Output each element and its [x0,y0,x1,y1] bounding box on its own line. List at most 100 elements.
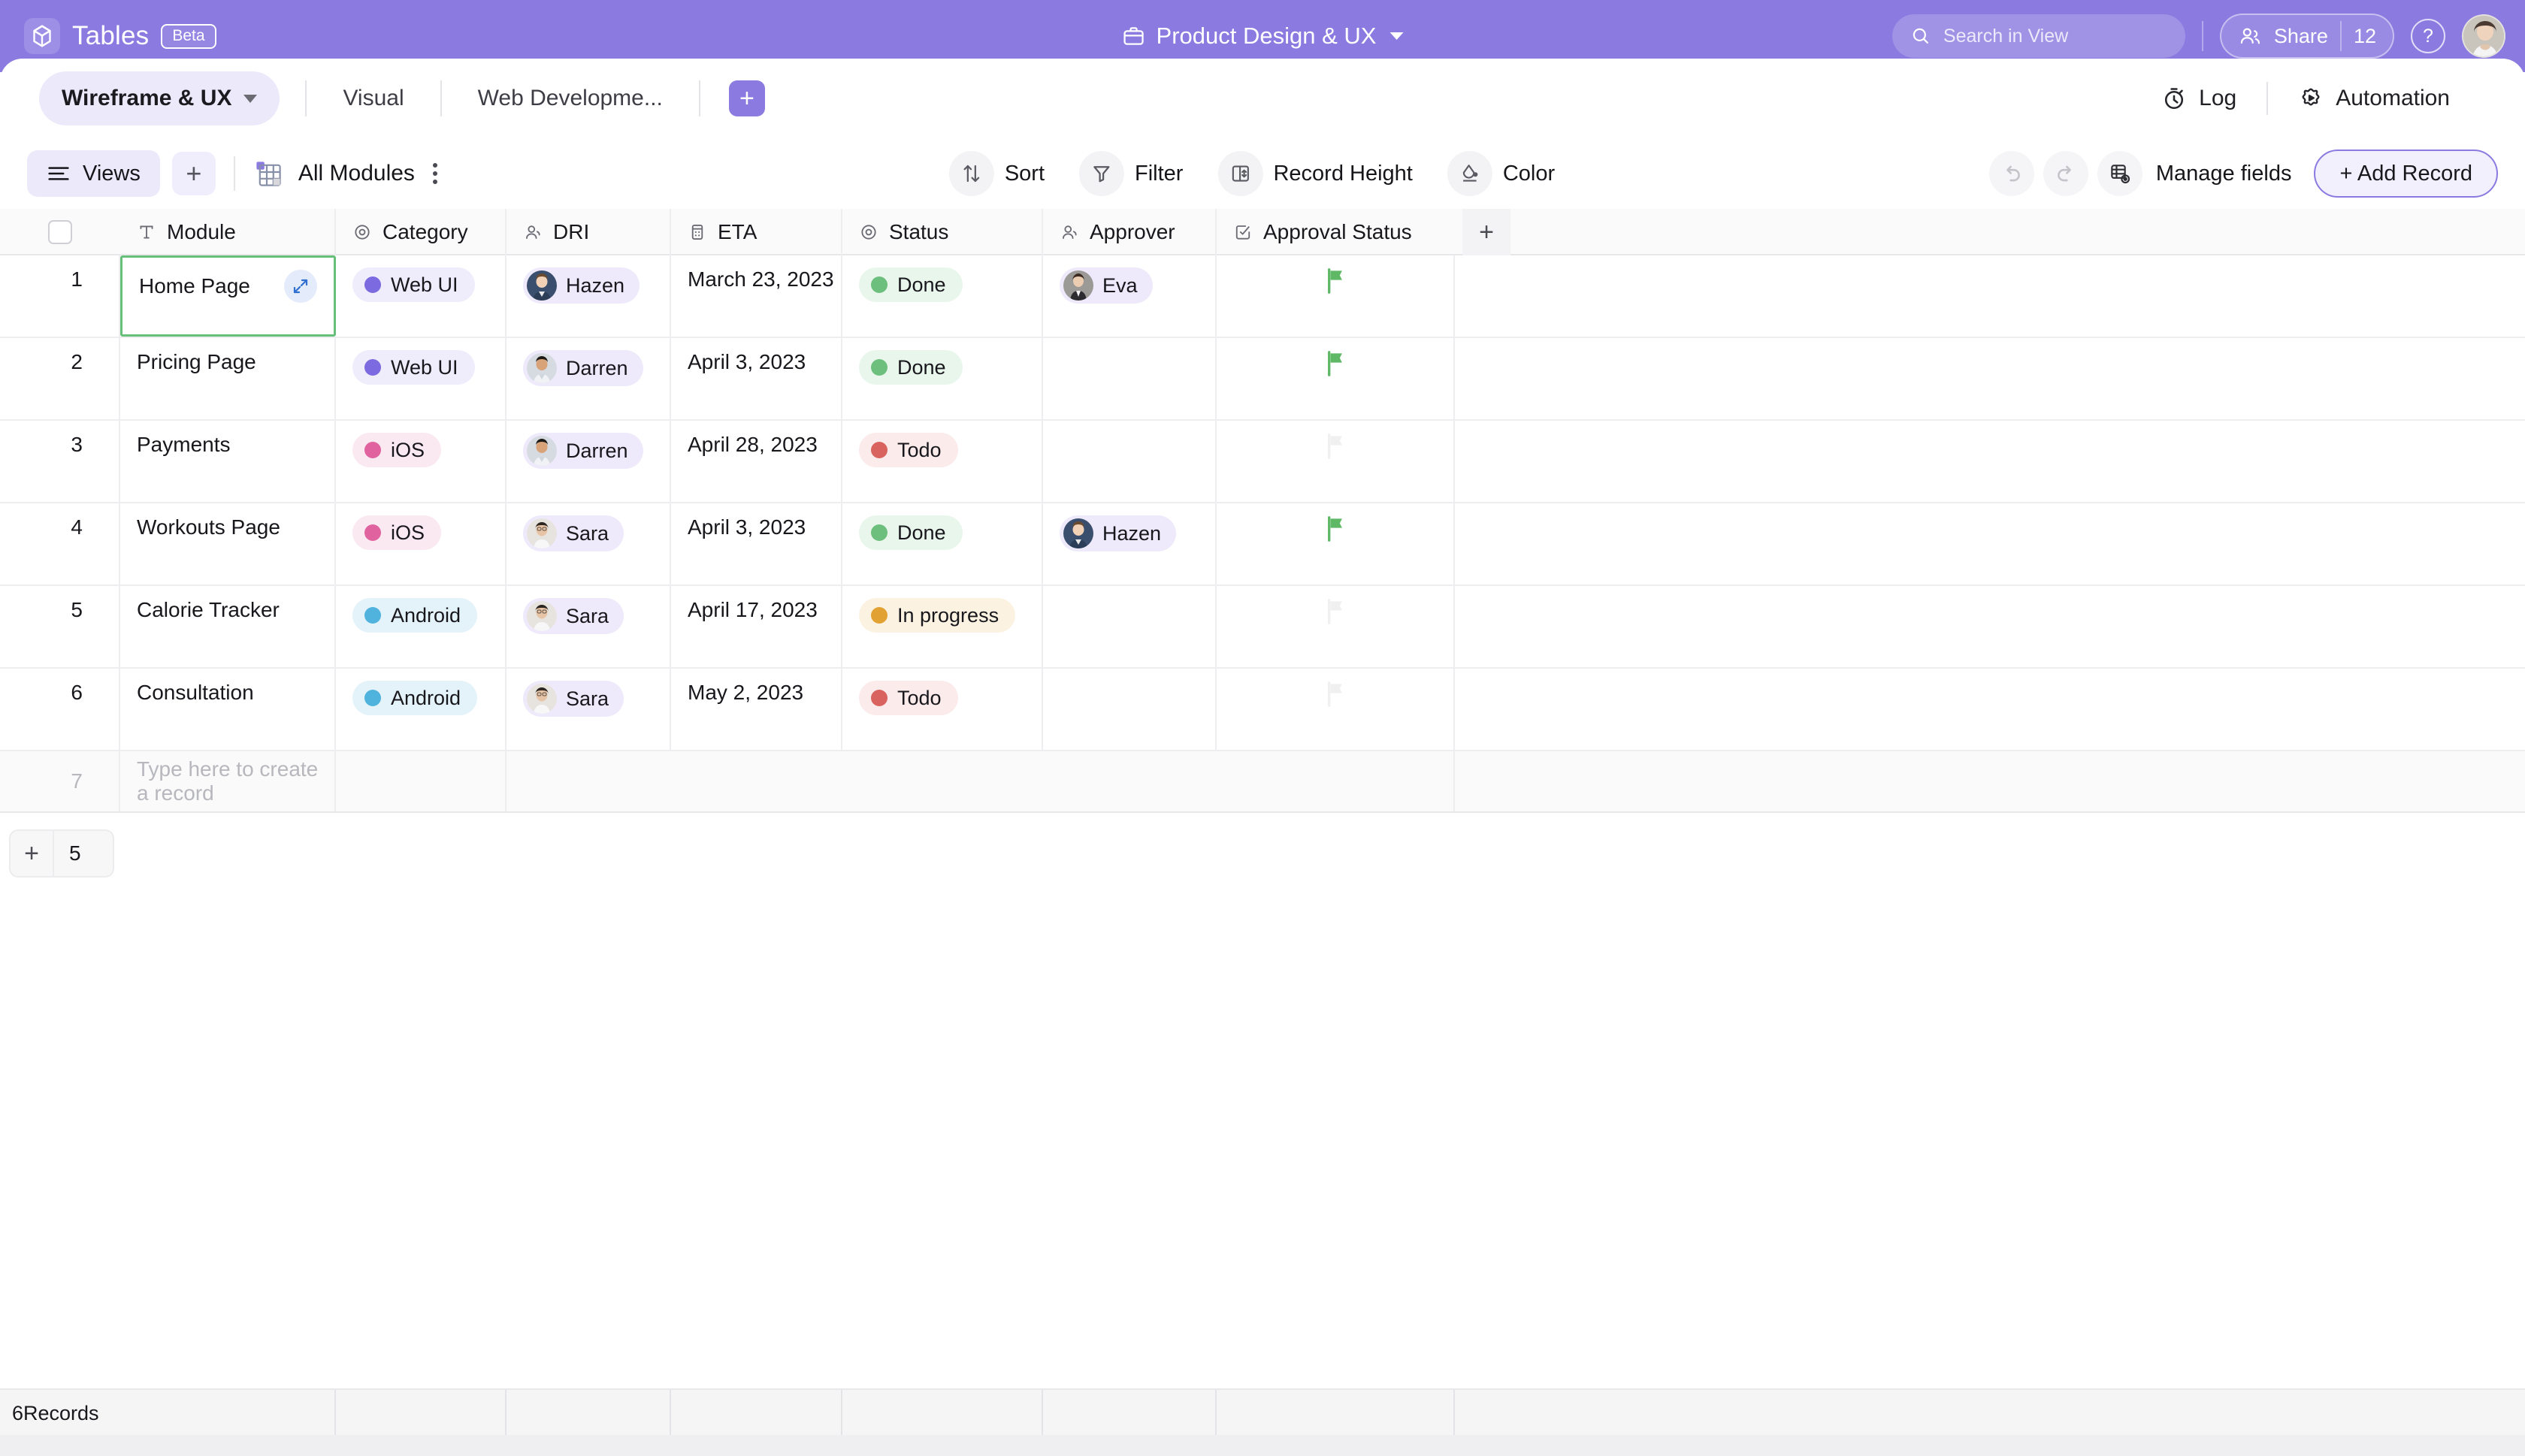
cell-approver[interactable] [1043,586,1217,667]
new-record-cell[interactable] [1217,751,1455,811]
cell-eta[interactable]: April 3, 2023 [671,338,842,419]
new-record-row[interactable]: 7 Type here to create a record [0,751,2525,813]
cell-eta[interactable]: March 23, 2023 [671,255,842,337]
cell-module[interactable]: Workouts Page [120,503,336,585]
cell-approval-status[interactable] [1217,586,1455,667]
add-column-button[interactable]: + [1455,209,1518,255]
add-tab-button[interactable]: + [728,80,765,116]
cell-eta[interactable]: May 2, 2023 [671,669,842,750]
footer-cell[interactable] [336,1390,507,1436]
share-button[interactable]: Share 12 [2219,14,2394,59]
cell-category[interactable]: Android [336,586,507,667]
footer-cell[interactable] [842,1390,1043,1436]
manage-fields-icon[interactable] [2097,151,2142,196]
cell-status[interactable]: Todo [842,421,1043,502]
cell-approval-status[interactable] [1217,338,1455,419]
new-record-cell[interactable] [842,751,1043,811]
cell-dri[interactable]: Darren [507,338,671,419]
cell-status[interactable]: Todo [842,669,1043,750]
workspace-selector[interactable]: Product Design & UX [1122,23,1404,50]
tab-visual[interactable]: Visual [307,86,440,111]
cell-module[interactable]: Home Page [120,255,336,337]
cell-approval-status[interactable] [1217,503,1455,585]
redo-button[interactable] [2043,151,2088,196]
search-input[interactable] [1943,25,2167,47]
help-icon[interactable]: ? [2411,19,2445,53]
table-row[interactable]: 4 Workouts Page iOS Sara April 3, 2023 D… [0,503,2525,586]
new-record-cell[interactable] [336,751,507,811]
footer-cell[interactable] [1217,1390,1455,1436]
footer-cell[interactable] [1043,1390,1217,1436]
cell-approval-status[interactable] [1217,255,1455,337]
cell-approver[interactable]: Hazen [1043,503,1217,585]
cell-category[interactable]: Web UI [336,338,507,419]
cell-dri[interactable]: Sara [507,669,671,750]
new-record-cell[interactable] [671,751,842,811]
select-all-checkbox[interactable] [0,209,120,255]
cell-approver[interactable] [1043,421,1217,502]
column-header-approver[interactable]: Approver [1043,209,1217,255]
cell-module[interactable]: Calorie Tracker [120,586,336,667]
cell-status[interactable]: Done [842,338,1043,419]
column-header-approval-status[interactable]: Approval Status [1217,209,1455,255]
cell-dri[interactable]: Sara [507,503,671,585]
cell-status[interactable]: Done [842,503,1043,585]
table-row[interactable]: 5 Calorie Tracker Android Sara April 17,… [0,586,2525,669]
table-row[interactable]: 3 Payments iOS Darren April 28, 2023 Tod… [0,421,2525,503]
cell-eta[interactable]: April 28, 2023 [671,421,842,502]
table-row[interactable]: 1 Home Page Web UI Hazen March 23, 2023 … [0,255,2525,338]
current-view[interactable]: All Modules [253,159,415,189]
expand-arrows-icon[interactable] [284,270,317,303]
cell-status[interactable]: In progress [842,586,1043,667]
new-record-cell[interactable] [507,751,671,811]
add-rows-count-input[interactable]: 5 [53,831,113,876]
filter-button[interactable]: Filter [1079,151,1204,196]
cell-approver[interactable] [1043,669,1217,750]
cell-category[interactable]: Android [336,669,507,750]
footer-cell[interactable] [671,1390,842,1436]
cell-approval-status[interactable] [1217,669,1455,750]
cell-module[interactable]: Payments [120,421,336,502]
add-record-button[interactable]: + Add Record [2314,150,2498,198]
more-vertical-icon[interactable] [432,163,437,184]
views-button[interactable]: Views [27,150,160,197]
cell-category[interactable]: iOS [336,503,507,585]
record-height-button[interactable]: Record Height [1217,151,1433,196]
log-button[interactable]: Log [2131,86,2266,111]
add-view-button[interactable]: + [171,152,216,195]
cell-approver[interactable] [1043,338,1217,419]
column-header-status[interactable]: Status [842,209,1043,255]
cell-approver[interactable]: Eva [1043,255,1217,337]
column-header-eta[interactable]: ETA [671,209,842,255]
column-header-module[interactable]: Module [120,209,336,255]
new-record-cell[interactable] [1043,751,1217,811]
column-header-dri[interactable]: DRI [507,209,671,255]
undo-button[interactable] [1988,151,2034,196]
avatar[interactable] [2462,14,2505,58]
table-row[interactable]: 6 Consultation Android Sara May 2, 2023 … [0,669,2525,751]
cell-eta[interactable]: April 3, 2023 [671,503,842,585]
cell-module[interactable]: Consultation [120,669,336,750]
automation-button[interactable]: Automation [2268,86,2480,111]
cell-dri[interactable]: Darren [507,421,671,502]
search-box[interactable] [1891,14,2185,58]
column-header-category[interactable]: Category [336,209,507,255]
cell-category[interactable]: Web UI [336,255,507,337]
tab-web-development[interactable]: Web Developme... [442,86,699,111]
cell-eta[interactable]: April 17, 2023 [671,586,842,667]
cell-status[interactable]: Done [842,255,1043,337]
cell-dri[interactable]: Sara [507,586,671,667]
sort-button[interactable]: Sort [948,151,1066,196]
tab-wireframe-ux[interactable]: Wireframe & UX [39,71,280,125]
add-rows-plus-button[interactable]: + [11,831,53,876]
table-row[interactable]: 2 Pricing Page Web UI Darren April 3, 20… [0,338,2525,421]
footer-cell[interactable] [507,1390,671,1436]
cell-approval-status[interactable] [1217,421,1455,502]
add-rows-control[interactable]: + 5 [9,829,114,878]
manage-fields-button[interactable]: Manage fields [2156,162,2292,186]
color-button[interactable]: Color [1447,151,1576,196]
cell-module[interactable]: Pricing Page [120,338,336,419]
new-record-input[interactable]: Type here to create a record [120,751,336,811]
cell-category[interactable]: iOS [336,421,507,502]
cell-dri[interactable]: Hazen [507,255,671,337]
